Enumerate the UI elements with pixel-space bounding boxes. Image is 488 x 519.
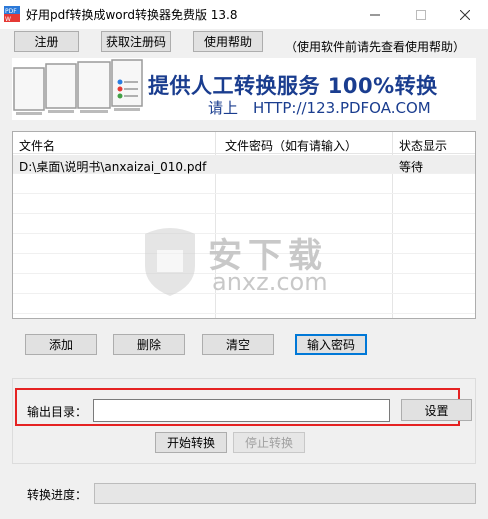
pdf-app-icon: PDF W: [4, 6, 20, 22]
svg-text:PDF: PDF: [5, 8, 17, 15]
register-button[interactable]: 注册: [14, 31, 79, 52]
cell-filename: D:\桌面\说明书\anxaizai_010.pdf: [19, 160, 207, 174]
help-button[interactable]: 使用帮助: [193, 31, 263, 52]
window-title: 好用pdf转换成word转换器免费版 13.8: [26, 8, 238, 22]
progress-bar: [94, 483, 476, 504]
column-password[interactable]: 文件密码（如有请输入）: [225, 137, 357, 154]
progress-label: 转换进度：: [27, 488, 88, 502]
start-convert-button[interactable]: 开始转换: [155, 432, 227, 453]
minimize-button[interactable]: [352, 0, 398, 29]
delete-button[interactable]: 删除: [113, 334, 185, 355]
whiteboards-icon: [12, 58, 144, 120]
svg-text:W: W: [5, 16, 11, 22]
watermark-subtitle: anxz.com: [212, 268, 328, 296]
clear-button[interactable]: 清空: [202, 334, 274, 355]
maximize-icon: [416, 9, 426, 20]
column-status[interactable]: 状态显示: [399, 137, 447, 154]
add-button[interactable]: 添加: [25, 334, 97, 355]
column-filename[interactable]: 文件名: [19, 137, 55, 154]
ad-banner[interactable]: 提供人工转换服务 100%转换 请上 HTTP://123.PDFOA.COM: [12, 58, 476, 120]
minimize-icon: [370, 14, 380, 15]
output-dir-label: 输出目录：: [27, 405, 88, 419]
banner-link[interactable]: 请上 HTTP://123.PDFOA.COM: [208, 97, 431, 118]
banner-headline: 提供人工转换服务 100%转换: [148, 74, 438, 98]
list-header: 文件名 文件密码（如有请输入） 状态显示: [13, 132, 475, 154]
close-icon: [460, 9, 470, 20]
table-row[interactable]: [13, 175, 475, 194]
table-row[interactable]: [13, 195, 475, 214]
set-dir-button[interactable]: 设置: [401, 399, 472, 421]
close-button[interactable]: [442, 0, 488, 29]
table-row[interactable]: D:\桌面\说明书\anxaizai_010.pdf 等待: [13, 155, 475, 174]
title-bar: PDF W 好用pdf转换成word转换器免费版 13.8: [0, 0, 488, 29]
get-code-button[interactable]: 获取注册码: [101, 31, 171, 52]
help-hint: （使用软件前请先查看使用帮助）: [285, 40, 466, 54]
input-password-button[interactable]: 输入密码: [295, 334, 367, 355]
maximize-button[interactable]: [398, 0, 444, 29]
output-dir-input[interactable]: [93, 399, 390, 422]
cell-status: 等待: [399, 160, 424, 174]
stop-convert-button[interactable]: 停止转换: [233, 432, 305, 453]
